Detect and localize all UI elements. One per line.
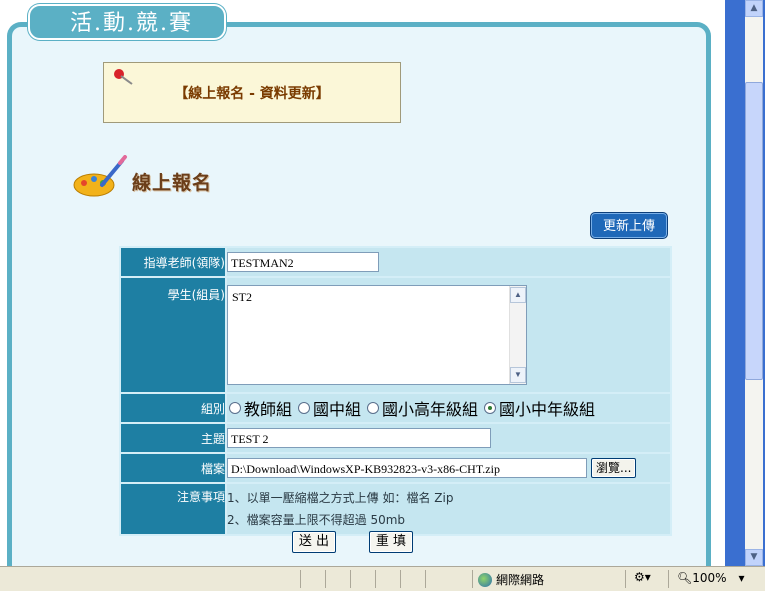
scroll-down-icon[interactable]: ▼ <box>510 367 526 383</box>
file-label: 檔案 <box>121 454 225 482</box>
globe-icon <box>478 572 492 587</box>
status-bar: 網際網路 ⚙▾ 🔍︎100% ▾ <box>0 566 765 591</box>
teacher-row: 指導老師(領隊) TESTMAN2 <box>121 248 670 276</box>
status-divider <box>325 570 326 588</box>
file-path-input[interactable]: D:\Download\WindowsXP-KB932823-v3-x86-CH… <box>227 458 587 479</box>
reset-button[interactable]: 重 填 <box>369 531 413 553</box>
radio-elem-upper-label[interactable]: 國小高年級組 <box>382 396 478 420</box>
radio-junior-label[interactable]: 國中組 <box>313 396 361 420</box>
students-row: 學生(組員) ST2 ▲ ▼ <box>121 278 670 392</box>
status-divider <box>375 570 376 588</box>
status-divider <box>400 570 401 588</box>
status-divider <box>425 570 426 588</box>
radio-junior[interactable] <box>298 402 311 414</box>
magnifier-icon: 🔍︎ <box>677 571 693 585</box>
file-row: 檔案 D:\Download\WindowsXP-KB932823-v3-x86… <box>121 454 670 482</box>
group-label: 組別 <box>121 394 225 422</box>
students-label: 學生(組員) <box>121 278 225 392</box>
topic-row: 主題 TEST 2 <box>121 424 670 452</box>
notes-row: 注意事項 1、以單一壓縮檔之方式上傳 如：檔名 Zip 2、檔案容量上限不得超過… <box>121 484 670 534</box>
zoom-dropdown-icon[interactable]: ▾ <box>739 571 745 585</box>
submit-button[interactable]: 送 出 <box>292 531 336 553</box>
textarea-scrollbar[interactable]: ▲ ▼ <box>509 286 526 384</box>
scroll-up-arrow-icon[interactable]: ▲ <box>745 0 763 17</box>
radio-teacher[interactable] <box>229 402 241 414</box>
topic-input[interactable]: TEST 2 <box>227 428 491 448</box>
teacher-input[interactable]: TESTMAN2 <box>227 252 379 272</box>
protected-mode-icon[interactable]: ⚙▾ <box>634 570 651 584</box>
radio-elem-upper[interactable] <box>367 402 380 414</box>
zone-label: 網際網路 <box>496 573 545 587</box>
browse-button[interactable]: 瀏覽... <box>591 457 637 478</box>
notice-text: 【線上報名 - 資料更新】 <box>174 86 330 102</box>
scroll-thumb[interactable] <box>745 82 763 380</box>
status-divider <box>625 570 626 588</box>
status-divider <box>300 570 301 588</box>
status-divider <box>668 570 669 588</box>
teacher-label: 指導老師(領隊) <box>121 248 225 276</box>
scroll-up-icon[interactable]: ▲ <box>510 287 526 303</box>
note-line-1: 1、以單一壓縮檔之方式上傳 如：檔名 Zip <box>227 491 454 505</box>
radio-elem-middle-label[interactable]: 國小中年級組 <box>499 396 595 420</box>
topic-label: 主題 <box>121 424 225 452</box>
radio-elem-middle[interactable] <box>484 402 497 414</box>
students-text: ST2 <box>232 290 253 304</box>
group-row: 組別 教師組 國中組 國小高年級組 國小中年級組 <box>121 394 670 422</box>
students-textarea[interactable]: ST2 ▲ ▼ <box>227 285 527 385</box>
palette-icon <box>73 155 127 197</box>
section-title: 線上報名 <box>132 172 213 194</box>
security-zone: 網際網路 <box>478 571 544 588</box>
scroll-down-arrow-icon[interactable]: ▼ <box>745 549 763 566</box>
page-title: 活.動.競.賽 <box>28 4 226 40</box>
status-divider <box>350 570 351 588</box>
note-line-2: 2、檔案容量上限不得超過 50mb <box>227 513 406 527</box>
notes-label: 注意事項 <box>121 484 225 534</box>
zoom-control[interactable]: 🔍︎100% ▾ <box>677 571 745 585</box>
update-upload-button[interactable]: 更新上傳 <box>590 212 668 239</box>
status-divider <box>472 570 473 588</box>
registration-form: 指導老師(領隊) TESTMAN2 學生(組員) ST2 ▲ ▼ 組別 教師組 <box>119 246 672 536</box>
group-radio-group: 教師組 國中組 國小高年級組 國小中年級組 <box>227 396 670 420</box>
form-actions: 送 出重 填 <box>292 531 446 553</box>
notice-box: 【線上報名 - 資料更新】 <box>103 62 401 123</box>
radio-teacher-label[interactable]: 教師組 <box>244 396 292 420</box>
window-scrollbar[interactable]: ▲ ▼ <box>725 0 765 566</box>
page: 活.動.競.賽 【線上報名 - 資料更新】 線上報名 更新上傳 指導老師(領隊)… <box>0 0 725 566</box>
zoom-label: 100% <box>692 571 727 585</box>
